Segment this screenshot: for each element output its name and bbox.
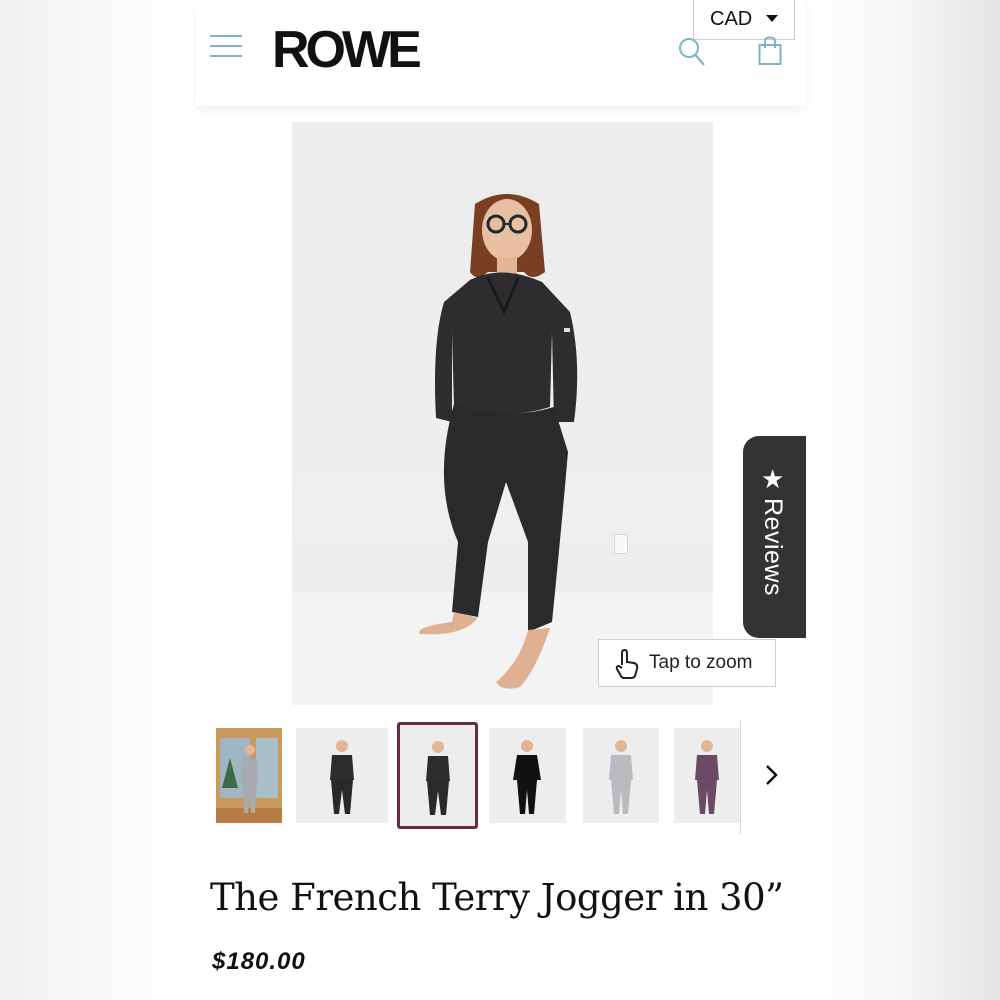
tap-to-zoom-button[interactable]: Tap to zoom <box>598 639 776 687</box>
product-page: ROWE CAD Tap to zoom ★ Reviews The Frenc… <box>196 0 806 1000</box>
reviews-label: Reviews <box>759 498 787 596</box>
product-title: The French Terry Jogger in 30” <box>210 876 784 919</box>
wall-outlet <box>614 534 628 554</box>
brand-logo[interactable]: ROWE <box>272 22 422 78</box>
hand-pointer-icon <box>615 649 639 679</box>
currency-selector[interactable]: CAD <box>693 0 795 40</box>
star-icon: ★ <box>761 464 785 494</box>
thumbnail-2-photo <box>330 740 354 814</box>
thumbnail-strip <box>214 720 806 834</box>
thumbnail-divider <box>740 720 741 834</box>
reviews-tab[interactable]: ★ Reviews <box>743 436 806 638</box>
chevron-right-icon[interactable] <box>760 760 784 790</box>
thumbnail-3-photo <box>426 741 450 815</box>
thumbnail-1-photo <box>216 738 282 823</box>
hamburger-menu-icon[interactable] <box>210 33 244 61</box>
thumbnail-2[interactable] <box>296 728 388 823</box>
thumbnail-1[interactable] <box>216 728 282 823</box>
thumbnail-3[interactable] <box>397 722 478 829</box>
thumbnail-6-photo <box>695 740 719 814</box>
thumbnail-5[interactable] <box>583 728 659 823</box>
currency-value: CAD <box>710 8 753 30</box>
search-icon[interactable] <box>678 37 706 67</box>
model-photo <box>292 194 713 705</box>
product-price: $180.00 <box>212 948 306 975</box>
thumbnail-6[interactable] <box>674 728 740 823</box>
thumbnail-4-photo <box>513 740 541 814</box>
product-main-image[interactable] <box>292 122 713 705</box>
shopping-bag-icon[interactable] <box>758 36 782 66</box>
tap-to-zoom-label: Tap to zoom <box>649 652 753 673</box>
site-header: ROWE CAD <box>196 0 806 106</box>
caret-down-icon <box>766 15 778 22</box>
thumbnail-5-photo <box>609 740 633 814</box>
thumbnail-4[interactable] <box>489 728 566 823</box>
